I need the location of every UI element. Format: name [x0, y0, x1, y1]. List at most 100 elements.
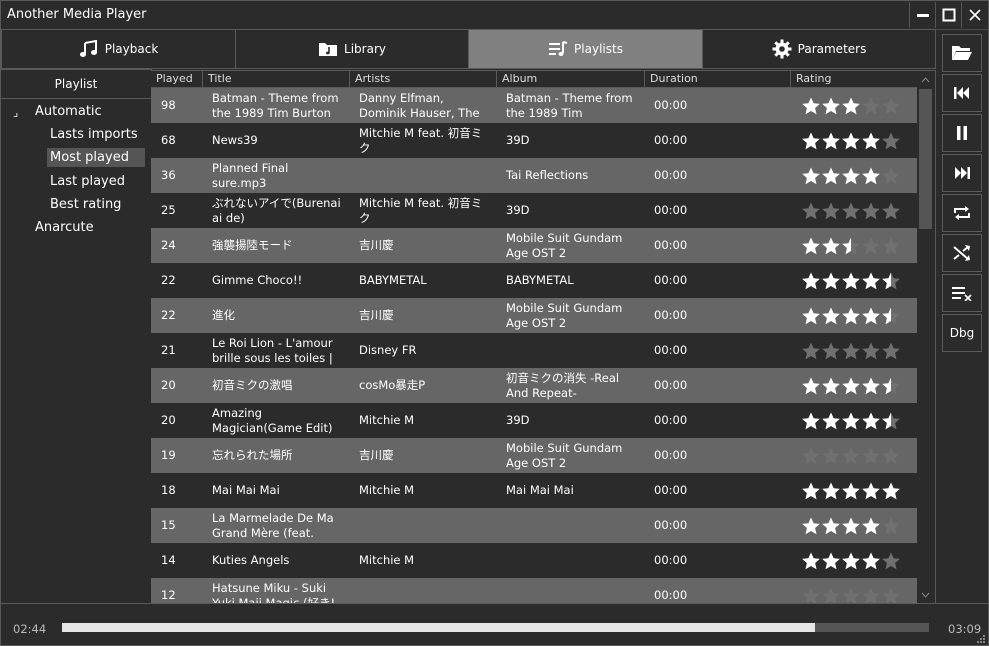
star-icon[interactable] — [801, 271, 821, 291]
column-header-duration[interactable]: Duration — [644, 71, 790, 87]
star-icon[interactable] — [821, 376, 841, 396]
star-icon[interactable] — [881, 376, 901, 396]
star-icon[interactable] — [881, 411, 901, 431]
rating-stars[interactable] — [801, 341, 901, 361]
star-icon[interactable] — [861, 586, 881, 604]
table-row[interactable]: 14 Kuties Angels Mitchie M 00:00 — [151, 543, 917, 578]
star-icon[interactable] — [821, 341, 841, 361]
star-icon[interactable] — [841, 481, 861, 501]
star-icon[interactable] — [861, 551, 881, 571]
star-icon[interactable] — [841, 586, 861, 604]
star-icon[interactable] — [821, 236, 841, 256]
star-icon[interactable] — [821, 96, 841, 116]
star-icon[interactable] — [801, 96, 821, 116]
star-icon[interactable] — [801, 131, 821, 151]
star-icon[interactable] — [801, 166, 821, 186]
table-row[interactable]: 22 進化 吉川慶 Mobile Suit Gundam Age OST 2 00:00 — [151, 298, 917, 333]
star-icon[interactable] — [841, 516, 861, 536]
star-icon[interactable] — [801, 306, 821, 326]
star-icon[interactable] — [841, 96, 861, 116]
table-scrollbar[interactable] — [917, 71, 934, 604]
star-icon[interactable] — [861, 481, 881, 501]
table-row[interactable]: 24 強襲揚陸モード 吉川慶 Mobile Suit Gundam Age OST 2… — [151, 228, 917, 263]
minimize-button[interactable] — [909, 2, 935, 28]
table-row[interactable]: 20 Amazing Magician(Game Edit) Mitchie M 39… — [151, 403, 917, 438]
tree-expander[interactable]: ⌟ — [13, 106, 18, 119]
star-icon[interactable] — [841, 271, 861, 291]
rating-stars[interactable] — [801, 96, 901, 116]
star-icon[interactable] — [801, 516, 821, 536]
star-icon[interactable] — [801, 446, 821, 466]
sidebar-item-last-played[interactable]: Last played — [47, 173, 128, 190]
star-icon[interactable] — [801, 586, 821, 604]
star-icon[interactable] — [841, 306, 861, 326]
progress-bar[interactable] — [62, 623, 929, 632]
table-row[interactable]: 22 Gimme Choco!! BABYMETAL BABYMETAL 00:00 — [151, 263, 917, 298]
rating-stars[interactable] — [801, 551, 901, 571]
star-icon[interactable] — [861, 236, 881, 256]
open-folder-button[interactable] — [942, 34, 982, 72]
star-icon[interactable] — [861, 166, 881, 186]
scroll-up-icon[interactable] — [917, 73, 934, 87]
star-icon[interactable] — [841, 131, 861, 151]
star-icon[interactable] — [801, 481, 821, 501]
star-icon[interactable] — [841, 376, 861, 396]
pause-button[interactable] — [942, 114, 982, 152]
rating-stars[interactable] — [801, 376, 901, 396]
table-row[interactable]: 18 Mai Mai Mai Mitchie M Mai Mai Mai 00:00 — [151, 473, 917, 508]
rating-stars[interactable] — [801, 166, 901, 186]
star-icon[interactable] — [881, 586, 901, 604]
rating-stars[interactable] — [801, 271, 901, 291]
star-icon[interactable] — [801, 341, 821, 361]
table-row[interactable]: 25 ぶれないアイで(Burenai ai de) Mitchie M feat. … — [151, 193, 917, 228]
star-icon[interactable] — [841, 446, 861, 466]
scroll-down-icon[interactable] — [917, 588, 934, 602]
column-header-album[interactable]: Album — [496, 71, 644, 87]
star-icon[interactable] — [881, 131, 901, 151]
sidebar-item-most-played[interactable]: Most played — [47, 148, 145, 167]
star-icon[interactable] — [881, 306, 901, 326]
star-icon[interactable] — [861, 96, 881, 116]
table-row[interactable]: 20 初音ミクの激唱 cosMo暴走P 初音ミクの消失 -Real And Repea… — [151, 368, 917, 403]
clear-queue-button[interactable] — [942, 274, 982, 312]
star-icon[interactable] — [801, 411, 821, 431]
next-button[interactable] — [942, 154, 982, 192]
star-icon[interactable] — [861, 446, 881, 466]
star-icon[interactable] — [801, 236, 821, 256]
star-icon[interactable] — [801, 201, 821, 221]
star-icon[interactable] — [821, 166, 841, 186]
star-icon[interactable] — [861, 376, 881, 396]
column-header-artists[interactable]: Artists — [349, 71, 496, 87]
star-icon[interactable] — [881, 481, 901, 501]
star-icon[interactable] — [861, 201, 881, 221]
rating-stars[interactable] — [801, 516, 901, 536]
star-icon[interactable] — [881, 516, 901, 536]
table-row[interactable]: 36 Planned Final sure.mp3 Tai Reflections 0… — [151, 158, 917, 193]
star-icon[interactable] — [861, 131, 881, 151]
star-icon[interactable] — [841, 411, 861, 431]
star-icon[interactable] — [841, 201, 861, 221]
star-icon[interactable] — [881, 271, 901, 291]
rating-stars[interactable] — [801, 236, 901, 256]
table-row[interactable]: 19 忘れられた場所 吉川慶 Mobile Suit Gundam Age OST 2… — [151, 438, 917, 473]
rating-stars[interactable] — [801, 586, 901, 604]
star-icon[interactable] — [881, 551, 901, 571]
sidebar-item-anarcute[interactable]: Anarcute — [34, 219, 95, 236]
star-icon[interactable] — [821, 516, 841, 536]
tab-playlists[interactable]: Playlists — [468, 29, 703, 69]
star-icon[interactable] — [881, 446, 901, 466]
rating-stars[interactable] — [801, 306, 901, 326]
star-icon[interactable] — [821, 271, 841, 291]
star-icon[interactable] — [821, 586, 841, 604]
star-icon[interactable] — [821, 551, 841, 571]
star-icon[interactable] — [801, 376, 821, 396]
star-icon[interactable] — [861, 306, 881, 326]
star-icon[interactable] — [821, 131, 841, 151]
table-row[interactable]: 21 Le Roi Lion - L'amour brille sous les … — [151, 333, 917, 368]
rating-stars[interactable] — [801, 481, 901, 501]
rating-stars[interactable] — [801, 446, 901, 466]
previous-button[interactable] — [942, 74, 982, 112]
table-row[interactable]: 12 Hatsune Miku - Suki Yuki Maji Magic (好… — [151, 578, 917, 604]
sidebar-item-automatic[interactable]: Automatic — [34, 103, 106, 120]
column-header-rating[interactable]: Rating — [790, 71, 917, 87]
